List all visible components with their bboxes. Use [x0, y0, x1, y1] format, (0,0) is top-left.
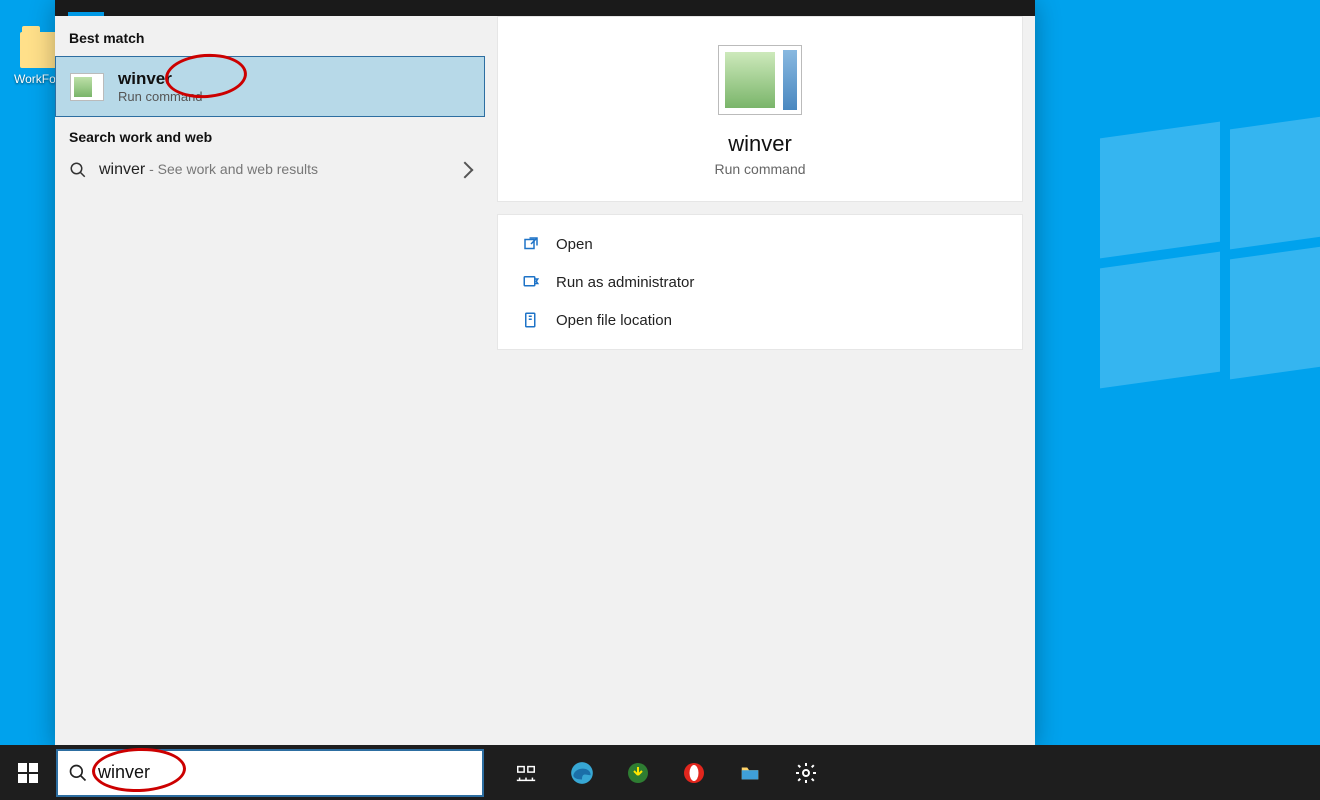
folder-icon: [738, 762, 762, 784]
taskbar-items: [502, 745, 830, 800]
shield-icon: [522, 273, 540, 291]
gear-icon: [794, 761, 818, 785]
search-icon: [69, 161, 87, 179]
web-hint: - See work and web results: [145, 161, 318, 177]
downloader-button[interactable]: [614, 745, 662, 800]
search-results-pane: Best match winver Run command Search wor…: [55, 0, 485, 745]
web-result-row[interactable]: winver - See work and web results: [55, 151, 485, 189]
opera-icon: [682, 761, 706, 785]
windows-logo-icon: [18, 763, 38, 783]
action-open-location-label: Open file location: [556, 312, 672, 329]
opera-button[interactable]: [670, 745, 718, 800]
preview-card: winver Run command: [497, 16, 1023, 202]
taskbar-search-box[interactable]: [56, 749, 484, 797]
run-command-icon: [70, 73, 104, 101]
file-location-icon: [522, 311, 540, 329]
preview-title: winver: [514, 131, 1006, 157]
chevron-right-icon: [457, 162, 474, 179]
best-match-title: winver: [118, 69, 203, 89]
best-match-subtitle: Run command: [118, 89, 203, 104]
start-button[interactable]: [0, 745, 56, 800]
section-web: Search work and web: [55, 119, 485, 151]
settings-button[interactable]: [782, 745, 830, 800]
section-best-match: Best match: [55, 20, 485, 52]
open-icon: [522, 235, 540, 253]
edge-icon: [569, 760, 595, 786]
action-run-as-admin[interactable]: Run as administrator: [504, 263, 1016, 301]
best-match-item[interactable]: winver Run command: [55, 56, 485, 117]
action-open-file-location[interactable]: Open file location: [504, 301, 1016, 339]
web-query: winver: [99, 161, 145, 178]
edge-button[interactable]: [558, 745, 606, 800]
file-explorer-button[interactable]: [726, 745, 774, 800]
taskbar: [0, 745, 1320, 800]
preview-subtitle: Run command: [514, 161, 1006, 177]
search-icon: [68, 763, 88, 783]
preview-app-icon: [718, 45, 802, 115]
action-open-label: Open: [556, 236, 593, 253]
task-view-button[interactable]: [502, 745, 550, 800]
action-run-admin-label: Run as administrator: [556, 274, 694, 291]
search-input[interactable]: [98, 762, 472, 783]
start-search-flyout: Best match winver Run command Search wor…: [55, 0, 1035, 745]
action-open[interactable]: Open: [504, 225, 1016, 263]
search-preview-pane: winver Run command Open Run as administr…: [485, 0, 1035, 745]
task-view-icon: [515, 762, 537, 784]
preview-actions: Open Run as administrator Open file loca…: [497, 214, 1023, 350]
desktop-windows-logo: [1100, 130, 1320, 390]
download-icon: [626, 761, 650, 785]
